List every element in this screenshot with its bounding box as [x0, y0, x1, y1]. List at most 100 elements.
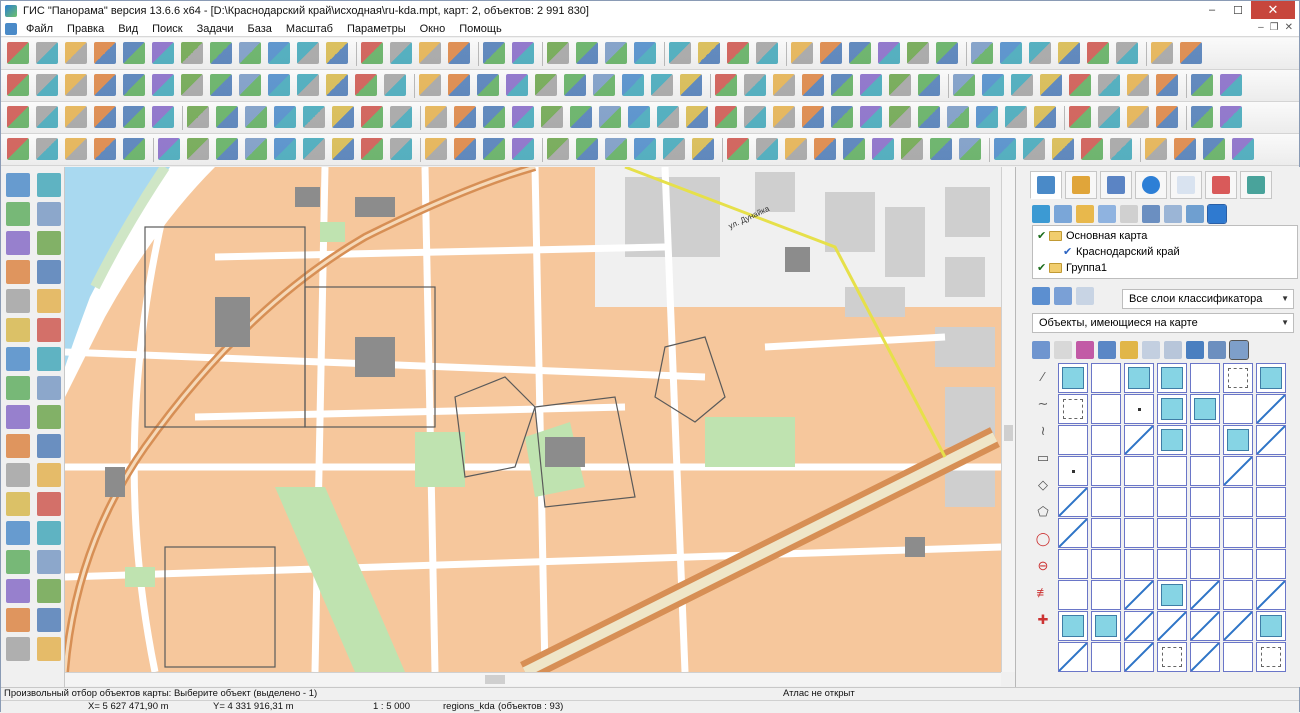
symbol-cell[interactable]	[1124, 425, 1154, 455]
tab-report[interactable]	[1170, 171, 1202, 199]
symbol-cell[interactable]	[1058, 580, 1088, 610]
toolbar-tool-icon[interactable]	[959, 138, 981, 160]
riv-dok-icon[interactable]	[1164, 341, 1182, 359]
riv-icon[interactable]	[1142, 341, 1160, 359]
maximize-button[interactable]: ☐	[1225, 1, 1251, 19]
toolbar-tool-icon[interactable]	[245, 138, 267, 160]
toolbar-tool-icon[interactable]	[744, 74, 766, 96]
symbol-cell[interactable]	[1124, 580, 1154, 610]
symbol-cell[interactable]	[1058, 611, 1088, 641]
symbol-cell[interactable]	[1091, 580, 1121, 610]
toolbar-tool-icon[interactable]	[541, 106, 563, 128]
menu-edit[interactable]: Правка	[60, 21, 111, 37]
toolbar-tool-icon[interactable]	[831, 74, 853, 96]
toolbar-tool-icon[interactable]	[123, 138, 145, 160]
check-all-icon[interactable]	[1054, 205, 1072, 223]
symbol-cell[interactable]	[1058, 363, 1088, 393]
toolbar-tool-icon[interactable]	[512, 106, 534, 128]
toolbar-tool-icon[interactable]	[1156, 106, 1178, 128]
toolbar-tool-icon[interactable]	[332, 106, 354, 128]
toolbar-tool-icon[interactable]	[303, 106, 325, 128]
tab-exit[interactable]	[1240, 171, 1272, 199]
mdi-close-button[interactable]: ✕	[1285, 22, 1293, 33]
symbol-cell[interactable]	[1124, 487, 1154, 517]
toolbar-tool-icon[interactable]	[535, 74, 557, 96]
symbol-cell[interactable]	[1256, 518, 1286, 548]
toolbar-tool-icon[interactable]	[425, 106, 447, 128]
symbol-cell[interactable]	[1091, 394, 1121, 424]
toolbar-tool-icon[interactable]	[1180, 42, 1202, 64]
toolbar-tool-icon[interactable]	[773, 106, 795, 128]
toolbar-tool-icon[interactable]	[158, 138, 180, 160]
toolbar-tool-icon[interactable]	[820, 42, 842, 64]
toolbar-tool-icon[interactable]	[181, 42, 203, 64]
toolbar-tool-icon[interactable]	[936, 42, 958, 64]
menu-file[interactable]: Файл	[19, 21, 60, 37]
check-icon[interactable]: ✔	[1037, 228, 1047, 244]
toolbar-tool-icon[interactable]	[512, 138, 534, 160]
left-tool-icon[interactable]	[37, 492, 61, 516]
toolbar-tool-icon[interactable]	[686, 106, 708, 128]
toolbar-tool-icon[interactable]	[187, 138, 209, 160]
tree-node[interactable]: ✔ Основная карта	[1033, 228, 1297, 244]
symbol-cell[interactable]	[1190, 363, 1220, 393]
symbol-cell[interactable]	[1157, 394, 1187, 424]
left-tool-icon[interactable]	[37, 579, 61, 603]
toolbar-tool-icon[interactable]	[181, 74, 203, 96]
left-tool-icon[interactable]	[37, 608, 61, 632]
symbol-cell[interactable]	[1124, 456, 1154, 486]
toolbar-tool-icon[interactable]	[36, 74, 58, 96]
check-icon[interactable]: ✔	[1063, 244, 1073, 260]
toolbar-tool-icon[interactable]	[1151, 42, 1173, 64]
toolbar-tool-icon[interactable]	[1058, 42, 1080, 64]
toolbar-tool-icon[interactable]	[36, 138, 58, 160]
toolbar-tool-icon[interactable]	[454, 138, 476, 160]
layer-select[interactable]: Все слои классификатора ▼	[1122, 289, 1294, 309]
handshake-icon[interactable]	[1054, 341, 1072, 359]
toolbar-tool-icon[interactable]	[297, 74, 319, 96]
symbol-cell[interactable]	[1223, 642, 1253, 672]
symbol-cell[interactable]	[1256, 580, 1286, 610]
symbol-cell[interactable]	[1190, 611, 1220, 641]
toolbar-tool-icon[interactable]	[971, 42, 993, 64]
symbol-cell[interactable]	[1256, 611, 1286, 641]
left-tool-icon[interactable]	[6, 463, 30, 487]
toolbar-tool-icon[interactable]	[1174, 138, 1196, 160]
toolbar-tool-icon[interactable]	[907, 42, 929, 64]
toolbar-tool-icon[interactable]	[634, 138, 656, 160]
toolbar-tool-icon[interactable]	[593, 74, 615, 96]
polygon-type-icon[interactable]: ⬠	[1034, 503, 1052, 521]
toolbar-tool-icon[interactable]	[187, 106, 209, 128]
toolbar-tool-icon[interactable]	[483, 106, 505, 128]
left-tool-icon[interactable]	[6, 376, 30, 400]
menu-scale[interactable]: Масштаб	[279, 21, 340, 37]
object-select[interactable]: Объекты, имеющиеся на карте ▼	[1032, 313, 1294, 333]
toolbar-tool-icon[interactable]	[1023, 138, 1045, 160]
tree-node[interactable]: ✔ Краснодарский край	[1033, 244, 1297, 260]
toolbar-tool-icon[interactable]	[756, 42, 778, 64]
menu-search[interactable]: Поиск	[145, 21, 189, 37]
symbol-cell[interactable]	[1124, 394, 1154, 424]
menu-parameters[interactable]: Параметры	[340, 21, 413, 37]
symbol-cell[interactable]	[1256, 363, 1286, 393]
toolbar-tool-icon[interactable]	[1087, 42, 1109, 64]
symbol-cell[interactable]	[1256, 425, 1286, 455]
circle-line-type-icon[interactable]: ⊖	[1034, 557, 1052, 575]
toolbar-tool-icon[interactable]	[268, 42, 290, 64]
tab-map-contents[interactable]	[1030, 171, 1062, 199]
symbol-cell[interactable]	[1256, 487, 1286, 517]
toolbar-tool-icon[interactable]	[384, 74, 406, 96]
toolbar-tool-icon[interactable]	[303, 138, 325, 160]
toolbar-tool-icon[interactable]	[564, 74, 586, 96]
minimize-button[interactable]: –	[1199, 1, 1225, 19]
toolbar-tool-icon[interactable]	[210, 42, 232, 64]
toolbar-tool-icon[interactable]	[216, 106, 238, 128]
toolbar-tool-icon[interactable]	[843, 138, 865, 160]
table-icon[interactable]	[1229, 340, 1249, 360]
toolbar-tool-icon[interactable]	[1029, 42, 1051, 64]
curve-type-icon[interactable]: ∼	[1034, 395, 1052, 413]
toolbar-tool-icon[interactable]	[326, 42, 348, 64]
paint-icon[interactable]	[1076, 341, 1094, 359]
toolbar-tool-icon[interactable]	[756, 138, 778, 160]
symbol-cell[interactable]	[1091, 363, 1121, 393]
